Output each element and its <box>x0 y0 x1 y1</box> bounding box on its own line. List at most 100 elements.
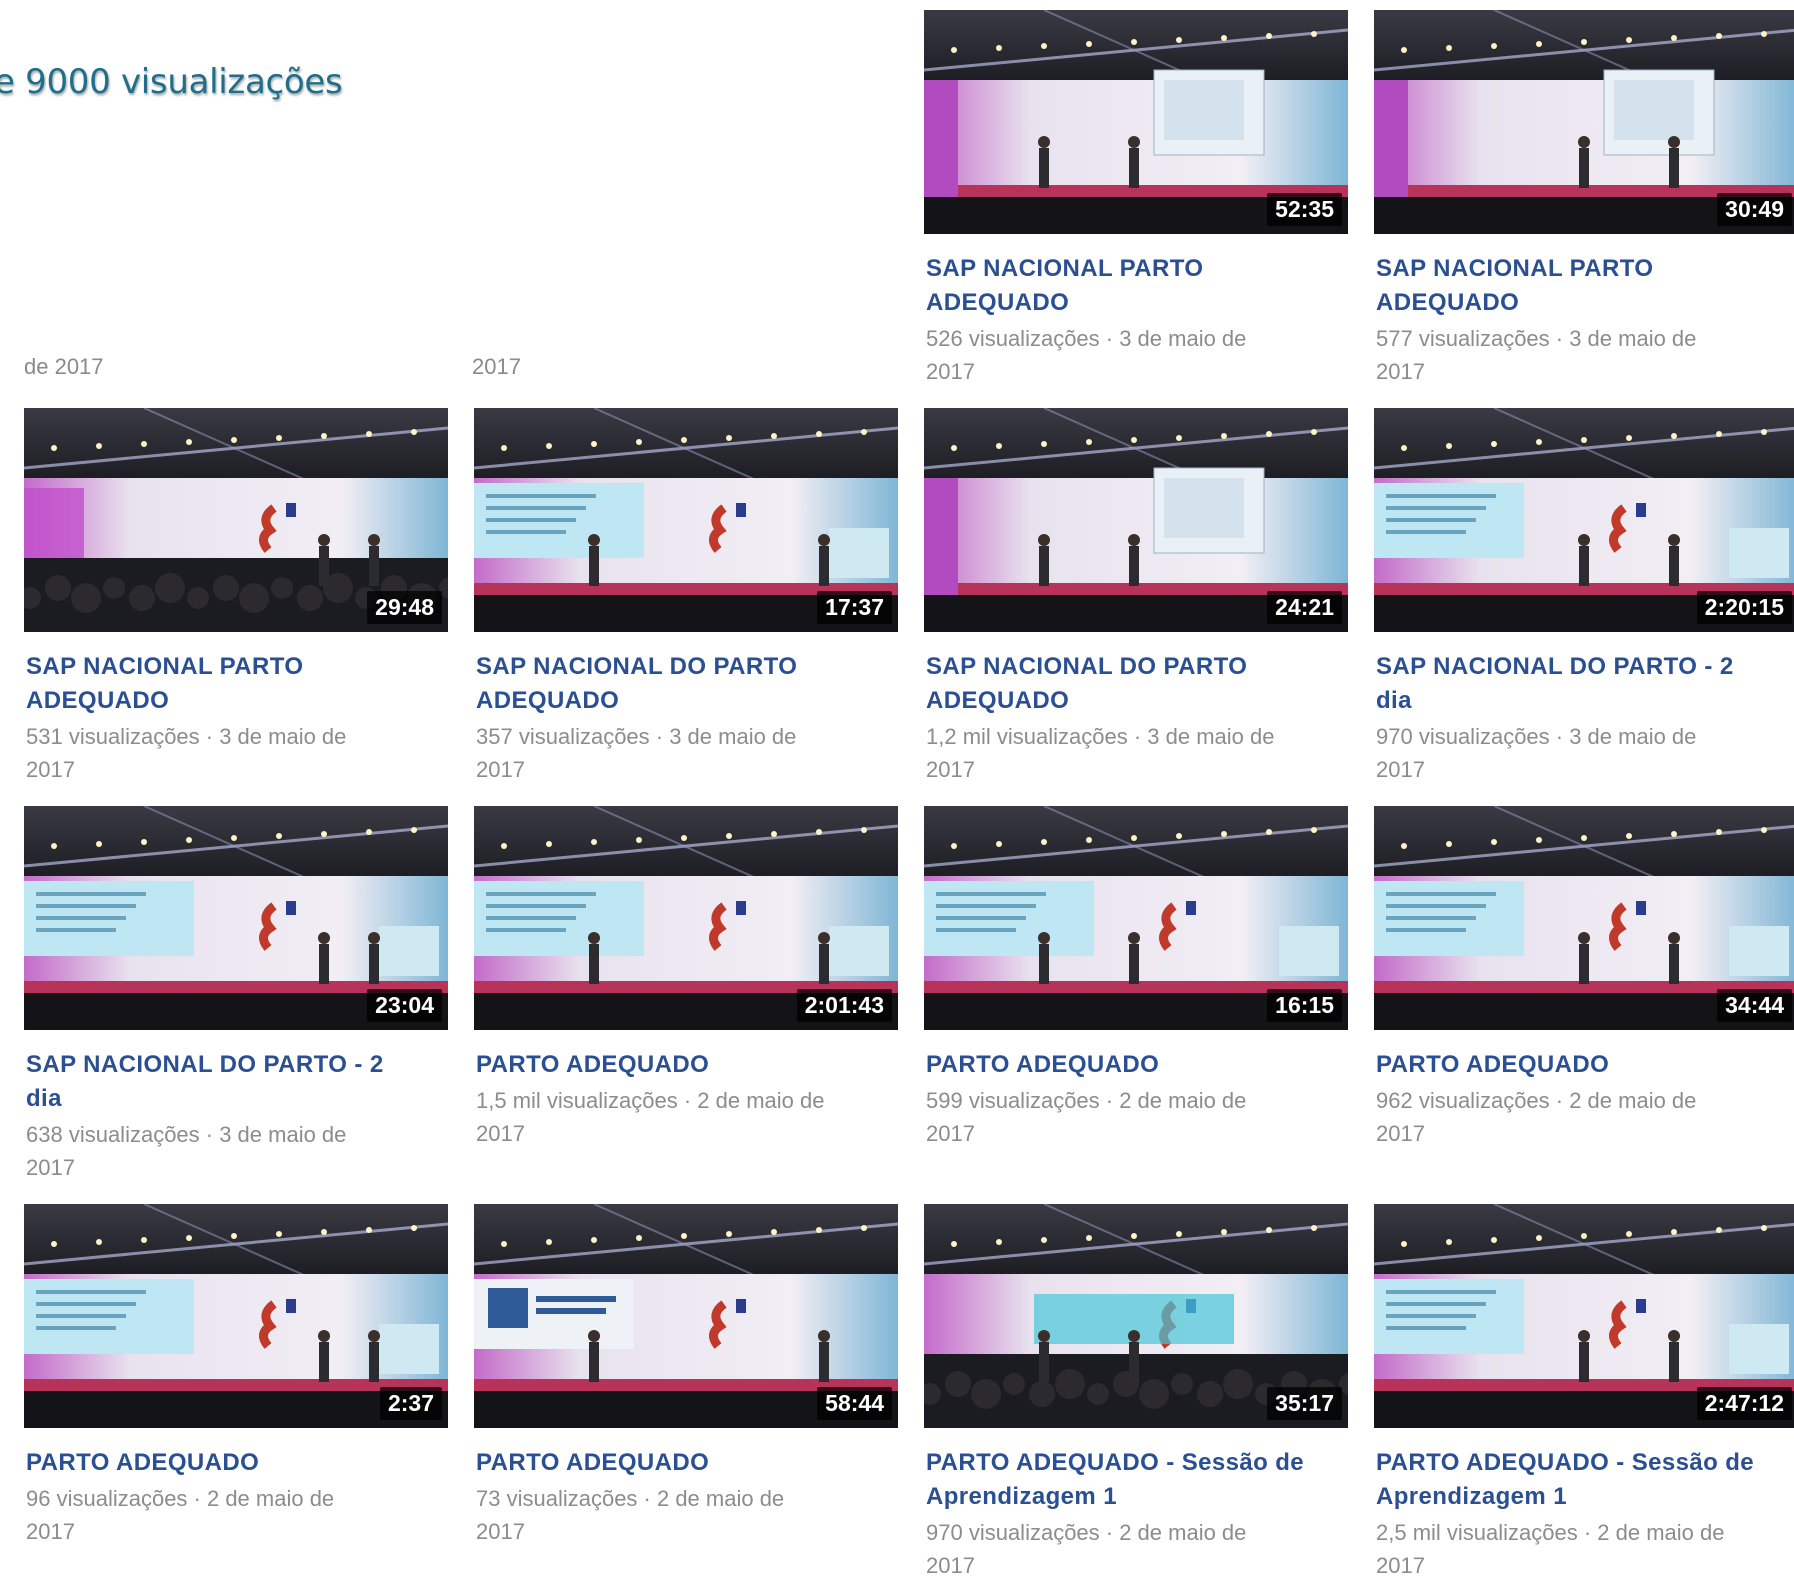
video-thumbnail[interactable]: 24:21 <box>924 408 1348 632</box>
duration-badge: 2:47:12 <box>1696 1387 1792 1420</box>
video-title-line: SAP NACIONAL DO PARTO <box>926 653 1248 680</box>
video-meta-line: 2017 <box>1376 1553 1425 1578</box>
video-thumbnail[interactable]: 2:01:43 <box>474 806 898 1030</box>
cropped-meta-text: de 2017 <box>24 356 104 378</box>
video-title[interactable]: PARTO ADEQUADO - Sessão de Aprendizagem 1 <box>1376 1446 1794 1514</box>
video-title-line: Aprendizagem 1 <box>926 1483 1117 1510</box>
duration-badge: 2:20:15 <box>1696 591 1792 624</box>
cropped-meta-text: 2017 <box>472 356 521 378</box>
video-title[interactable]: SAP NACIONAL DO PARTO ADEQUADO <box>926 650 1354 718</box>
video-meta-line: 1,2 mil visualizações · 3 de maio de <box>926 724 1275 749</box>
video-title[interactable]: PARTO ADEQUADO - Sessão de Aprendizagem 1 <box>926 1446 1354 1514</box>
video-title[interactable]: SAP NACIONAL DO PARTO - 2 dia <box>1376 650 1794 718</box>
video-title-line: dia <box>26 1085 62 1112</box>
video-thumbnail[interactable]: 17:37 <box>474 408 898 632</box>
video-meta-line: 2,5 mil visualizações · 2 de maio de <box>1376 1520 1725 1545</box>
video-meta-line: 73 visualizações · 2 de maio de <box>476 1486 785 1511</box>
video-meta-line: 2017 <box>476 757 525 782</box>
duration-badge: 30:49 <box>1717 193 1792 226</box>
duration-badge: 58:44 <box>817 1387 892 1420</box>
video-title-line: SAP NACIONAL PARTO <box>1376 255 1654 282</box>
video-thumbnail[interactable]: 16:15 <box>924 806 1348 1030</box>
video-title-line: SAP NACIONAL DO PARTO <box>476 653 798 680</box>
video-meta-line: 2017 <box>476 1519 525 1544</box>
video-meta-line: 577 visualizações · 3 de maio de <box>1376 326 1697 351</box>
video-title-line: PARTO ADEQUADO - Sessão de <box>1376 1449 1755 1476</box>
video-meta-line: 962 visualizações · 2 de maio de <box>1376 1088 1697 1113</box>
video-title[interactable]: PARTO ADEQUADO <box>26 1446 454 1480</box>
video-title[interactable]: PARTO ADEQUADO <box>476 1446 904 1480</box>
video-meta: 526 visualizações · 3 de maio de 2017 <box>926 322 1356 388</box>
video-title-line: dia <box>1376 687 1412 714</box>
video-meta: 73 visualizações · 2 de maio de 2017 <box>476 1482 906 1548</box>
video-title[interactable]: SAP NACIONAL PARTO ADEQUADO <box>26 650 454 718</box>
video-thumbnail[interactable]: 35:17 <box>924 1204 1348 1428</box>
video-meta: 1,2 mil visualizações · 3 de maio de 2017 <box>926 720 1356 786</box>
video-meta-line: 2017 <box>926 1553 975 1578</box>
video-meta-line: 2017 <box>1376 359 1425 384</box>
video-title-line: PARTO ADEQUADO <box>926 1051 1160 1078</box>
video-title-line: ADEQUADO <box>1376 289 1520 316</box>
duration-badge: 23:04 <box>367 989 442 1022</box>
duration-badge: 34:44 <box>1717 989 1792 1022</box>
video-meta-line: 2017 <box>26 1519 75 1544</box>
video-title-line: PARTO ADEQUADO <box>1376 1051 1610 1078</box>
video-title-line: ADEQUADO <box>476 687 620 714</box>
video-title-line: PARTO ADEQUADO - Sessão de <box>926 1449 1305 1476</box>
video-thumbnail[interactable]: 2:47:12 <box>1374 1204 1794 1428</box>
video-meta-line: 2017 <box>926 1121 975 1146</box>
page-heading: e 9000 visualizações <box>0 62 343 102</box>
video-title[interactable]: PARTO ADEQUADO <box>1376 1048 1794 1082</box>
video-meta-line: 970 visualizações · 2 de maio de <box>926 1520 1247 1545</box>
video-title-line: Aprendizagem 1 <box>1376 1483 1567 1510</box>
video-title[interactable]: PARTO ADEQUADO <box>926 1048 1354 1082</box>
video-title-line: SAP NACIONAL PARTO <box>26 653 304 680</box>
video-title[interactable]: SAP NACIONAL PARTO ADEQUADO <box>1376 252 1794 320</box>
video-meta-line: 2017 <box>926 757 975 782</box>
video-title-line: SAP NACIONAL DO PARTO - 2 <box>26 1051 384 1078</box>
video-meta-line: 599 visualizações · 2 de maio de <box>926 1088 1247 1113</box>
video-title-line: ADEQUADO <box>26 687 170 714</box>
video-meta: 96 visualizações · 2 de maio de 2017 <box>26 1482 456 1548</box>
video-meta: 577 visualizações · 3 de maio de 2017 <box>1376 322 1794 388</box>
duration-badge: 2:01:43 <box>796 989 892 1022</box>
video-meta: 599 visualizações · 2 de maio de 2017 <box>926 1084 1356 1150</box>
video-meta: 970 visualizações · 3 de maio de 2017 <box>1376 720 1794 786</box>
video-thumbnail[interactable]: 52:35 <box>924 10 1348 234</box>
video-meta-line: 2017 <box>476 1121 525 1146</box>
video-thumbnail[interactable]: 34:44 <box>1374 806 1794 1030</box>
video-meta-line: 531 visualizações · 3 de maio de <box>26 724 347 749</box>
duration-badge: 2:37 <box>379 1387 442 1420</box>
video-title-line: SAP NACIONAL DO PARTO - 2 <box>1376 653 1734 680</box>
video-title-line: PARTO ADEQUADO <box>476 1051 710 1078</box>
duration-badge: 24:21 <box>1267 591 1342 624</box>
video-thumbnail[interactable]: 29:48 <box>24 408 448 632</box>
video-meta-line: 2017 <box>26 1155 75 1180</box>
video-meta-line: 970 visualizações · 3 de maio de <box>1376 724 1697 749</box>
video-meta: 531 visualizações · 3 de maio de 2017 <box>26 720 456 786</box>
video-thumbnail[interactable]: 58:44 <box>474 1204 898 1428</box>
duration-badge: 17:37 <box>817 591 892 624</box>
video-meta-line: 357 visualizações · 3 de maio de <box>476 724 797 749</box>
video-thumbnail[interactable]: 23:04 <box>24 806 448 1030</box>
video-meta-line: 2017 <box>1376 757 1425 782</box>
video-title-line: ADEQUADO <box>926 289 1070 316</box>
video-title-line: PARTO ADEQUADO <box>26 1449 260 1476</box>
video-thumbnail[interactable]: 30:49 <box>1374 10 1794 234</box>
video-title[interactable]: SAP NACIONAL PARTO ADEQUADO <box>926 252 1354 320</box>
video-thumbnail[interactable]: 2:20:15 <box>1374 408 1794 632</box>
video-title[interactable]: SAP NACIONAL DO PARTO ADEQUADO <box>476 650 904 718</box>
video-meta-line: 2017 <box>1376 1121 1425 1146</box>
video-meta: 962 visualizações · 2 de maio de 2017 <box>1376 1084 1794 1150</box>
video-meta: 357 visualizações · 3 de maio de 2017 <box>476 720 906 786</box>
video-meta-line: 2017 <box>26 757 75 782</box>
duration-badge: 29:48 <box>367 591 442 624</box>
video-thumbnail[interactable]: 2:37 <box>24 1204 448 1428</box>
video-title-line: SAP NACIONAL PARTO <box>926 255 1204 282</box>
duration-badge: 16:15 <box>1267 989 1342 1022</box>
video-title-line: PARTO ADEQUADO <box>476 1449 710 1476</box>
video-meta-line: 638 visualizações · 3 de maio de <box>26 1122 347 1147</box>
video-title[interactable]: PARTO ADEQUADO <box>476 1048 904 1082</box>
video-title[interactable]: SAP NACIONAL DO PARTO - 2 dia <box>26 1048 454 1116</box>
video-meta: 970 visualizações · 2 de maio de 2017 <box>926 1516 1356 1582</box>
